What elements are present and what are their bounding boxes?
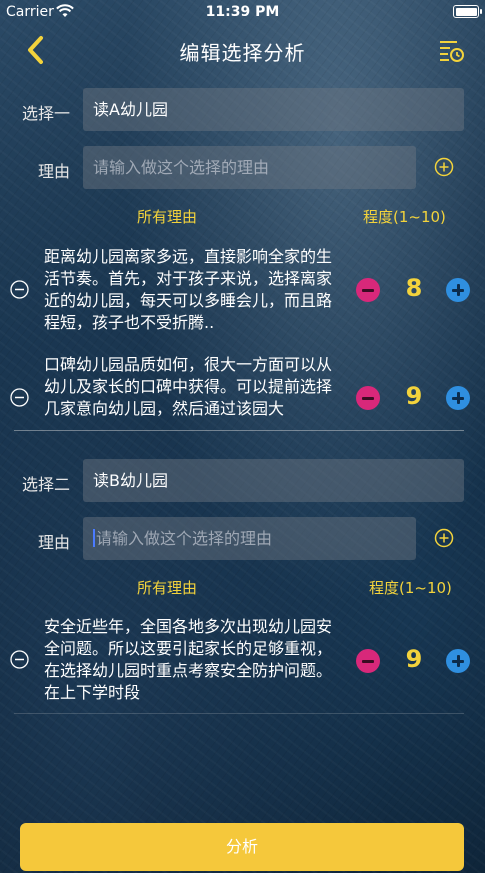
clock: 11:39 PM [205,4,280,20]
history-list-icon[interactable] [437,36,465,64]
reason-input[interactable]: 请输入做这个选择的理由 [83,517,416,560]
reason-text: 距离幼儿园离家多远，直接影响全家的生活节奏。首先，对于孩子来说，选择离家近的幼儿… [44,247,333,332]
battery-icon [453,5,482,18]
increase-button[interactable] [446,649,470,673]
degree-value: 9 [405,645,423,673]
status-bar: Carrier 11:39 PM [0,0,485,24]
degree-value: 8 [405,274,423,302]
increase-button[interactable] [446,278,470,302]
section-divider [14,430,464,431]
reason-text: 安全近些年，全国各地多次出现幼儿园安全问题。所以这要引起家长的足够重视，在选择幼… [44,617,333,702]
choice-label: 选择二 [21,475,70,494]
degree-value: 9 [405,382,423,410]
text-caret [93,529,95,547]
degree-header: 程度(1~10) [369,579,452,597]
degree-header: 程度(1~10) [363,208,446,226]
increase-button[interactable] [446,386,470,410]
page-title: 编辑选择分析 [179,41,306,65]
choice-input[interactable]: 读B幼儿园 [83,459,464,502]
reason-input[interactable]: 请输入做这个选择的理由 [83,146,416,189]
reason-label: 理由 [37,162,70,181]
reason-row: 距离幼儿园离家多远，直接影响全家的生活节奏。首先，对于孩子来说，选择离家近的幼儿… [0,244,485,336]
section-divider [14,713,464,714]
decrease-button[interactable] [356,278,380,302]
reason-label: 理由 [37,533,70,552]
remove-reason-icon[interactable] [10,650,29,669]
add-reason-icon[interactable] [434,528,454,548]
all-reasons-header: 所有理由 [137,579,198,597]
analyze-button[interactable]: 分析 [20,823,464,871]
choice-input[interactable]: 读A幼儿园 [83,88,464,131]
decrease-button[interactable] [356,649,380,673]
add-reason-icon[interactable] [434,157,454,177]
reason-row: 口碑幼儿园品质如何，很大一方面可以从幼儿及家长的口碑中获得。可以提前选择几家意向… [0,352,485,428]
reason-text: 口碑幼儿园品质如何，很大一方面可以从幼儿及家长的口碑中获得。可以提前选择几家意向… [44,355,333,418]
reason-row: 安全近些年，全国各地多次出现幼儿园安全问题。所以这要引起家长的足够重视，在选择幼… [0,614,485,706]
all-reasons-header: 所有理由 [137,208,198,226]
remove-reason-icon[interactable] [10,388,29,407]
reason-placeholder: 请输入做这个选择的理由 [96,529,273,548]
choice-label: 选择一 [21,104,70,123]
decrease-button[interactable] [356,386,380,410]
navigation-bar: 编辑选择分析 [0,28,485,72]
remove-reason-icon[interactable] [10,280,29,299]
